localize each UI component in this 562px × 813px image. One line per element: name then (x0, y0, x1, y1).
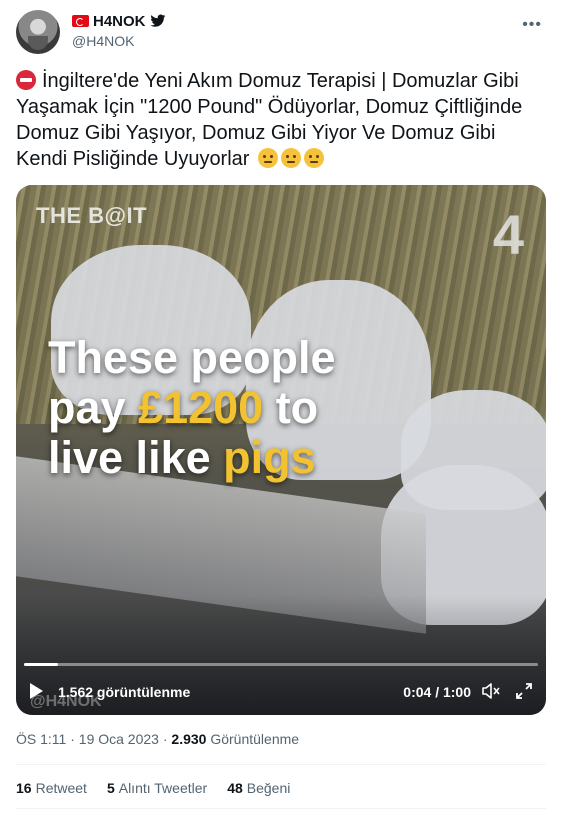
video-controls: 1.562 görüntülenme 0:04 / 1:00 (16, 675, 546, 709)
video-time: 0:04 / 1:00 (403, 684, 471, 700)
fullscreen-icon[interactable] (516, 683, 532, 699)
caption-line-2: pay £1200 to (48, 382, 319, 433)
play-icon[interactable] (30, 683, 43, 699)
view-count: 2.930 (171, 731, 207, 747)
tweet-date[interactable]: 19 Oca 2023 (79, 731, 159, 747)
volume-icon[interactable] (482, 683, 500, 699)
tweet-time[interactable]: ÖS 1:11 (16, 731, 66, 747)
quote-stat[interactable]: 5 Alıntı Tweetler (107, 780, 207, 796)
video-progress-bar[interactable] (24, 663, 538, 666)
channel-4-logo: 4 (492, 203, 524, 266)
handle[interactable]: @H4NOK (72, 33, 166, 49)
progress-fill (24, 663, 59, 666)
turkey-flag-icon (72, 15, 89, 27)
face-with-raised-eyebrow-icon (258, 148, 279, 168)
view-label: Görüntülenme (210, 731, 300, 747)
divider (16, 764, 546, 765)
tweet-header: H4NOK @H4NOK ••• (16, 10, 546, 54)
more-options-icon[interactable]: ••• (522, 16, 542, 34)
meta-separator: · (70, 731, 75, 747)
divider-bottom (16, 808, 546, 809)
the-bait-logo: THE B@IT (36, 203, 148, 228)
like-stat[interactable]: 48 Beğeni (227, 780, 290, 796)
video-views: 1.562 görüntülenme (58, 684, 191, 700)
thinking-face-icon (304, 148, 325, 168)
tweet-stats: 16 Retweet 5 Alıntı Tweetler 48 Beğeni (16, 780, 290, 796)
tweet-text: İngiltere'de Yeni Akım Domuz Terapisi | … (16, 68, 546, 172)
author-info: H4NOK @H4NOK (72, 12, 166, 49)
tweet-meta: ÖS 1:11 · 19 Oca 2023 · 2.930 Görüntülen… (16, 731, 299, 747)
video-caption: These people pay £1200 to live like pigs (48, 333, 336, 483)
caption-line-3: live like pigs (48, 432, 316, 483)
display-name[interactable]: H4NOK (93, 13, 146, 30)
no-entry-icon (16, 70, 36, 90)
twitter-bird-icon (149, 14, 165, 27)
caption-line-1: These people (48, 332, 336, 383)
meta-separator-2: · (162, 731, 168, 747)
avatar[interactable] (16, 10, 60, 54)
face-with-monocle-icon (281, 148, 302, 168)
video-player[interactable]: THE B@IT 4 These people pay £1200 to liv… (16, 185, 546, 715)
name-row: H4NOK (72, 12, 166, 30)
retweet-stat[interactable]: 16 Retweet (16, 780, 87, 796)
